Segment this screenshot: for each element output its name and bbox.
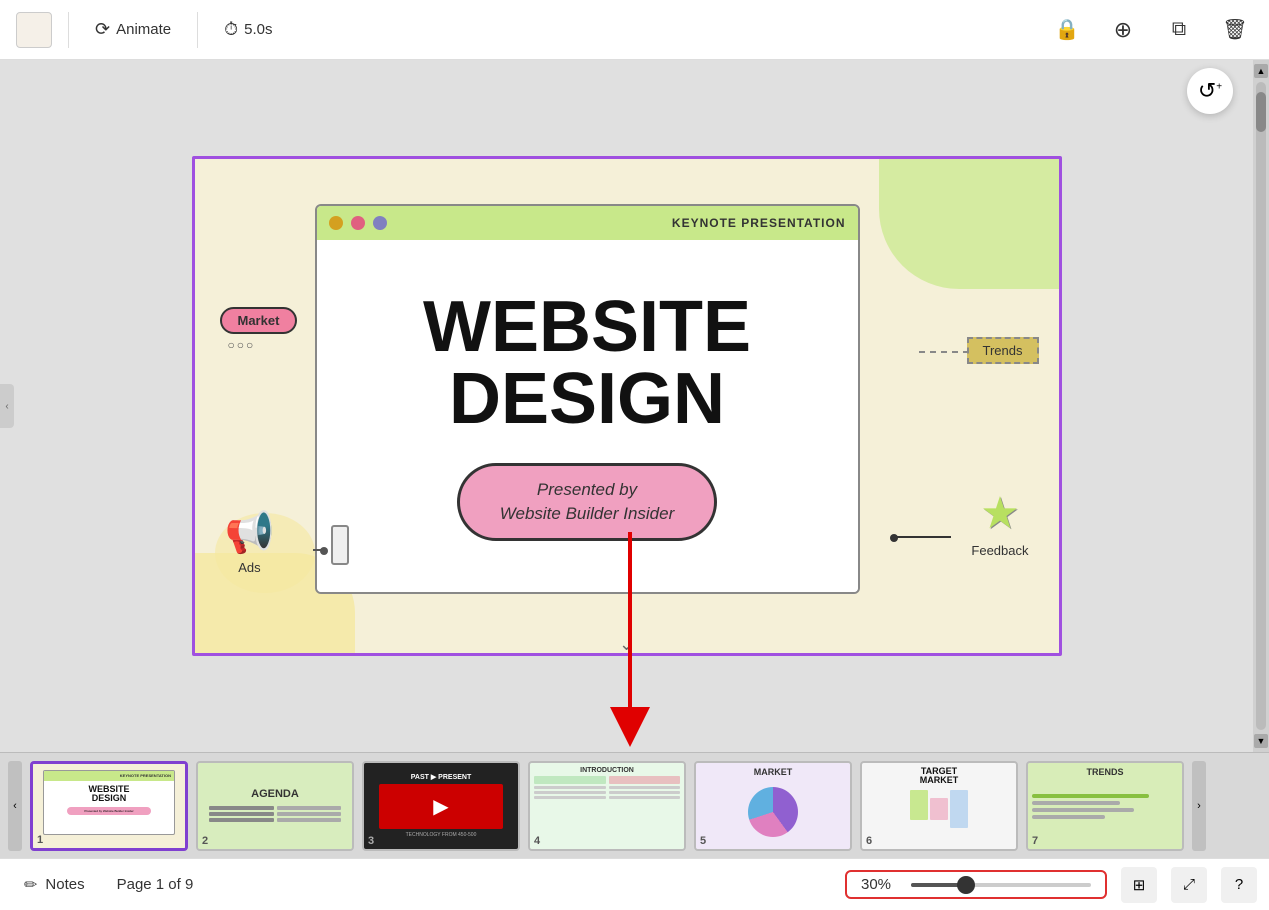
duplicate-button[interactable]: ⧉ — [1161, 12, 1197, 48]
thumb-num-5: 5 — [700, 835, 706, 847]
browser-dot-purple — [373, 216, 387, 230]
duration-button[interactable]: ⏱ 5.0s — [214, 13, 282, 46]
help-icon: ? — [1235, 876, 1243, 893]
zoom-slider-thumb[interactable] — [957, 876, 975, 894]
vertical-scrollbar[interactable]: ▲ ▼ — [1253, 60, 1269, 752]
annotation-ads: 📢 Ads — [225, 509, 275, 575]
statusbar-right-controls: ⊞ ⤢ ? — [1121, 867, 1257, 903]
notes-button[interactable]: ✏ Notes — [12, 871, 97, 899]
scroll-thumb[interactable] — [1256, 92, 1266, 132]
browser-dot-pink — [351, 216, 365, 230]
feedback-dot — [890, 534, 898, 542]
browser-window: KEYNOTE PRESENTATION WEBSITE DESIGN Pres… — [315, 204, 860, 594]
divider — [68, 12, 69, 48]
grid-view-button[interactable]: ⊞ — [1121, 867, 1157, 903]
market-label: Market — [220, 307, 298, 334]
chevron-down-icon[interactable]: ⌄ — [619, 634, 634, 655]
small-rect — [331, 525, 349, 565]
statusbar: ✏ Notes Page 1 of 9 30% ⊞ ⤢ ? — [0, 858, 1269, 910]
thumbnail-4[interactable]: INTRODUCTION 4 — [528, 761, 686, 851]
animate-icon: ⟳ — [95, 19, 110, 40]
scroll-track[interactable] — [1256, 82, 1266, 730]
thumbnail-1[interactable]: KEYNOTE PRESENTATION WEBSITEDESIGN Prese… — [30, 761, 188, 851]
browser-dot-yellow — [329, 216, 343, 230]
slide-subtitle: Presented byWebsite Builder Insider — [457, 463, 718, 541]
zoom-value: 30% — [861, 876, 903, 893]
browser-titlebar: KEYNOTE PRESENTATION — [317, 206, 858, 240]
blob-decoration-top-right — [879, 159, 1059, 289]
scroll-down-arrow[interactable]: ▼ — [1254, 734, 1268, 748]
megaphone-icon: 📢 — [225, 509, 275, 556]
divider2 — [197, 12, 198, 48]
thumb-num-4: 4 — [534, 835, 540, 847]
market-dots: ○○○ — [220, 338, 256, 352]
thumbnail-3[interactable]: PAST ▶ PRESENT ▶ TECHNOLOGY FROM 450-500… — [362, 761, 520, 851]
duration-label: 5.0s — [244, 21, 272, 38]
help-button[interactable]: ? — [1221, 867, 1257, 903]
trends-connector — [919, 351, 969, 353]
add-icon: ⊕ — [1114, 17, 1132, 43]
annotation-trends: Trends — [967, 337, 1039, 364]
add-slide-button[interactable]: ⊕ — [1105, 12, 1141, 48]
animate-button[interactable]: ⟳ Animate — [85, 13, 181, 46]
strip-scroll-left[interactable]: ‹ — [8, 761, 22, 851]
left-panel-toggle[interactable]: ‹ — [0, 384, 14, 428]
thumbnail-2[interactable]: AGENDA 2 — [196, 761, 354, 851]
thumb-num-1: 1 — [37, 834, 43, 846]
thumbnail-6[interactable]: TARGETMARKET 6 — [860, 761, 1018, 851]
notes-icon: ✏ — [24, 875, 37, 895]
grid-icon: ⊞ — [1133, 876, 1146, 894]
lock-icon: 🔒 — [1055, 17, 1080, 42]
strip-scroll-right[interactable]: › — [1192, 761, 1206, 851]
thumb-num-7: 7 — [1032, 835, 1038, 847]
annotation-feedback: ★ Feedback — [971, 488, 1028, 558]
toolbar: ⟳ Animate ⏱ 5.0s 🔒 ⊕ ⧉ 🗑 — [0, 0, 1269, 60]
title-line2: DESIGN — [423, 363, 751, 435]
fullscreen-button[interactable]: ⤢ — [1171, 867, 1207, 903]
feedback-label: Feedback — [971, 543, 1028, 558]
thumbnail-7[interactable]: TRENDS 7 — [1026, 761, 1184, 851]
delete-button[interactable]: 🗑 — [1217, 12, 1253, 48]
thumb-num-3: 3 — [368, 835, 374, 847]
trash-icon: 🗑 — [1222, 17, 1247, 42]
trends-label: Trends — [967, 337, 1039, 364]
notes-label: Notes — [45, 876, 84, 893]
zoom-slider[interactable] — [911, 883, 1091, 887]
feedback-line — [896, 536, 951, 538]
color-swatch[interactable] — [16, 12, 52, 48]
ads-dot — [320, 547, 328, 555]
thumbnail-5[interactable]: MARKET 5 — [694, 761, 852, 851]
expand-icon: ⤢ — [1183, 876, 1195, 893]
left-chevron-icon: ‹ — [5, 401, 8, 412]
browser-content: WEBSITE DESIGN Presented byWebsite Build… — [317, 240, 858, 592]
animate-label: Animate — [116, 21, 171, 38]
lock-button[interactable]: 🔒 — [1049, 12, 1085, 48]
refresh-icon: ↺+ — [1198, 78, 1222, 104]
refresh-button[interactable]: ↺+ — [1187, 68, 1233, 114]
main-area: ‹ ↺+ Market ○○○ Trends — [0, 60, 1269, 752]
title-line1: WEBSITE — [423, 291, 751, 363]
clock-icon: ⏱ — [224, 19, 238, 40]
browser-title: KEYNOTE PRESENTATION — [672, 216, 846, 230]
thumb-num-2: 2 — [202, 835, 208, 847]
scroll-up-arrow[interactable]: ▲ — [1254, 64, 1268, 78]
annotation-market: Market ○○○ — [220, 307, 298, 352]
zoom-control[interactable]: 30% — [845, 870, 1107, 899]
thumbnail-strip: ‹ KEYNOTE PRESENTATION WEBSITEDESIGN Pre… — [0, 752, 1269, 858]
thumb-num-6: 6 — [866, 835, 872, 847]
star-icon: ★ — [980, 488, 1019, 539]
slide-canvas[interactable]: Market ○○○ Trends KEYNOTE PRESENTATION — [192, 156, 1062, 656]
toolbar-right: 🔒 ⊕ ⧉ 🗑 — [1049, 12, 1253, 48]
canvas-area: ↺+ Market ○○○ Trends — [0, 60, 1253, 752]
duplicate-icon: ⧉ — [1172, 18, 1186, 41]
page-indicator: Page 1 of 9 — [97, 876, 214, 893]
slide-main-title: WEBSITE DESIGN — [423, 291, 751, 435]
ads-label: Ads — [238, 560, 260, 575]
